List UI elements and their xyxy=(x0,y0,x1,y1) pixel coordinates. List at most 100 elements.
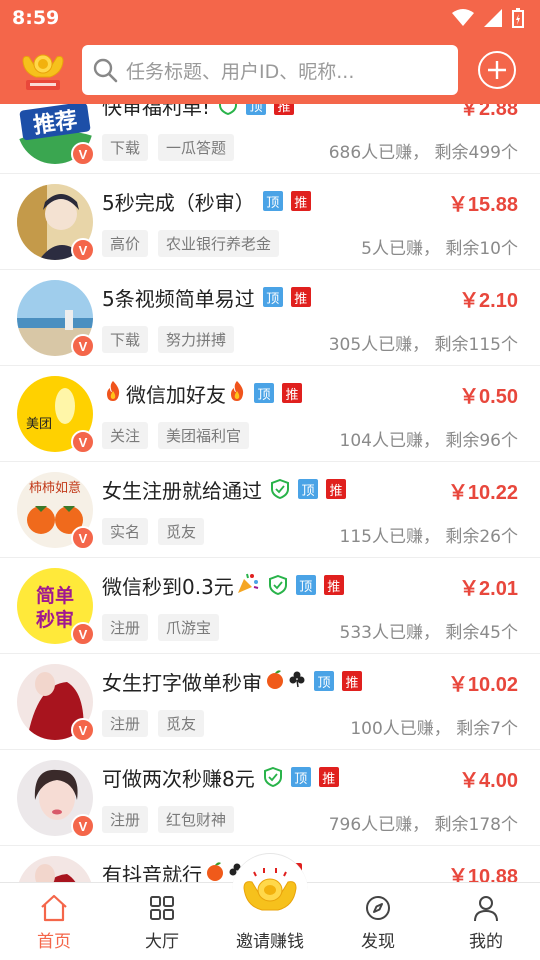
avatar: V xyxy=(17,184,95,262)
verified-badge: V xyxy=(71,814,95,838)
meituan-avatar-text: 美团 xyxy=(26,417,52,432)
recommend-badge: 推 xyxy=(290,287,311,307)
simple-avatar-text-2: 秒审 xyxy=(36,608,74,631)
nav-label: 首页 xyxy=(37,932,71,952)
nav-label: 邀请赚钱 xyxy=(236,932,304,952)
recommend-badge: 推 xyxy=(282,383,302,403)
task-tag: 实名 xyxy=(102,518,149,545)
task-title: 可做两次秒赚8元 xyxy=(102,766,255,791)
nav-hall[interactable]: 大厅 xyxy=(108,883,216,960)
top-badge: 顶 xyxy=(295,575,316,595)
grid-icon xyxy=(150,896,174,920)
task-stats: 686人已赚， 剩余499个 xyxy=(328,143,518,163)
task-title: 快审福利单! xyxy=(102,104,211,119)
task-tag: 农业银行养老金 xyxy=(158,230,280,257)
add-task-button[interactable] xyxy=(478,51,516,89)
task-row[interactable]: V 女生打字做单秒审 顶 推 ￥10.02 注册 觅友 100人已赚， 剩余7个 xyxy=(0,654,540,750)
task-row[interactable]: 推荐 V 快审福利单! 顶 推 ￥2.88 下载 一瓜答题 686人已赚， 剩余… xyxy=(0,104,540,174)
gold-ingot-icon xyxy=(243,867,297,910)
task-stats: 104人已赚， 剩余96个 xyxy=(339,431,518,451)
task-tags: 下载 努力拼搏 xyxy=(102,326,235,353)
top-badge: 顶 xyxy=(246,104,267,115)
signal-icon xyxy=(484,9,502,27)
top-badge: 顶 xyxy=(290,767,311,787)
nav-discover[interactable]: 发现 xyxy=(324,883,432,960)
nav-invite[interactable]: 邀请赚钱 xyxy=(216,853,324,960)
recommend-badge: 推 xyxy=(290,191,311,211)
task-row[interactable]: 简单 秒审 V 微信秒到0.3元 顶 推 ￥2.01 注册 爪游宝 533人已赚… xyxy=(0,558,540,654)
top-badge: 顶 xyxy=(262,287,283,307)
user-icon xyxy=(474,896,498,922)
app-logo[interactable] xyxy=(20,47,66,93)
nav-home[interactable]: 首页 xyxy=(0,883,108,960)
task-title: 5秒完成（秒审） xyxy=(102,190,255,215)
task-tags: 关注 美团福利官 xyxy=(102,422,250,449)
task-title-row: 5秒完成（秒审） 顶 推 xyxy=(102,186,311,216)
avatar: V xyxy=(17,760,95,838)
task-row[interactable]: V 5秒完成（秒审） 顶 推 ￥15.88 高价 农业银行养老金 5人已赚， 剩… xyxy=(0,174,540,270)
clover-icon xyxy=(288,670,306,692)
avatar: 柿柿如意 V xyxy=(17,472,95,550)
avatar: 美团 V xyxy=(17,376,95,454)
task-title: 女生注册就给通过 xyxy=(102,478,262,503)
search-box[interactable]: 任务标题、用户ID、昵称... xyxy=(82,45,458,95)
task-row[interactable]: V 可做两次秒赚8元 顶 推 ￥4.00 注册 红包财神 796人已赚， 剩余1… xyxy=(0,750,540,846)
party-popper-icon xyxy=(236,571,260,599)
task-title-row: 女生注册就给通过 顶 推 xyxy=(102,474,346,504)
avatar: V xyxy=(17,280,95,358)
verified-badge: V xyxy=(71,526,95,550)
nav-profile[interactable]: 我的 xyxy=(432,883,540,960)
task-tag: 美团福利官 xyxy=(158,422,250,449)
recommend-badge: 推 xyxy=(326,479,346,499)
task-tag: 觅友 xyxy=(158,518,205,545)
task-tags: 下载 一瓜答题 xyxy=(102,134,235,161)
verified-badge: V xyxy=(71,142,95,166)
task-price: ￥2.10 xyxy=(459,290,518,312)
task-title: 5条视频简单易过 xyxy=(102,286,255,311)
avatar: 简单 秒审 V xyxy=(17,568,95,646)
apple-icon xyxy=(264,668,286,694)
task-tag: 关注 xyxy=(102,422,149,449)
guarantee-icon xyxy=(268,575,288,595)
status-time: 8:59 xyxy=(12,7,60,29)
task-title-row: 5条视频简单易过 顶 推 xyxy=(102,282,311,312)
task-tag: 一瓜答题 xyxy=(158,134,235,161)
task-tag: 注册 xyxy=(102,710,149,737)
task-title-row: 快审福利单! 顶 推 xyxy=(102,104,295,120)
red-avatar-image xyxy=(17,856,93,882)
task-tag: 努力拼搏 xyxy=(158,326,235,353)
task-list[interactable]: 推荐 V 快审福利单! 顶 推 ￥2.88 下载 一瓜答题 686人已赚， 剩余… xyxy=(0,104,540,882)
task-title: 微信加好友 xyxy=(126,382,226,407)
task-title: 微信秒到0.3元 xyxy=(102,574,234,599)
header: 任务标题、用户ID、昵称... xyxy=(0,36,540,104)
task-stats: 796人已赚， 剩余178个 xyxy=(328,815,518,835)
task-tag: 注册 xyxy=(102,806,149,833)
task-price: ￥0.50 xyxy=(459,386,518,408)
bottom-nav: 首页 大厅 邀请赚钱 发现 我的 xyxy=(0,853,540,960)
apple-icon xyxy=(204,860,226,882)
recommend-badge: 推 xyxy=(274,104,295,115)
task-price: ￥10.22 xyxy=(447,482,518,504)
task-tags: 注册 红包财神 xyxy=(102,806,235,833)
task-price: ￥10.02 xyxy=(447,674,518,696)
task-row[interactable]: 美团 V 微信加好友 顶 推 ￥0.50 关注 美团福利官 104人已赚， 剩余… xyxy=(0,366,540,462)
fire-icon xyxy=(104,380,122,406)
top-badge: 顶 xyxy=(262,191,283,211)
task-title-row: 女生打字做单秒审 顶 推 xyxy=(102,666,362,696)
verified-badge: V xyxy=(71,718,95,742)
status-bar: 8:59 xyxy=(0,0,540,36)
task-row[interactable]: 柿柿如意 V 女生注册就给通过 顶 推 ￥10.22 实名 觅友 115人已赚，… xyxy=(0,462,540,558)
task-row[interactable]: V 5条视频简单易过 顶 推 ￥2.10 下载 努力拼搏 305人已赚， 剩余1… xyxy=(0,270,540,366)
avatar: V xyxy=(17,664,95,742)
search-icon xyxy=(93,58,118,83)
recommend-badge: 推 xyxy=(323,575,344,595)
search-placeholder: 任务标题、用户ID、昵称... xyxy=(126,60,355,83)
simple-avatar-text-1: 简单 xyxy=(36,584,74,607)
fire-icon xyxy=(228,380,246,406)
verified-badge: V xyxy=(71,334,95,358)
verified-badge: V xyxy=(71,238,95,262)
battery-icon xyxy=(512,8,524,28)
nav-label: 发现 xyxy=(361,932,395,952)
task-tags: 实名 觅友 xyxy=(102,518,205,545)
task-tag: 注册 xyxy=(102,614,149,641)
